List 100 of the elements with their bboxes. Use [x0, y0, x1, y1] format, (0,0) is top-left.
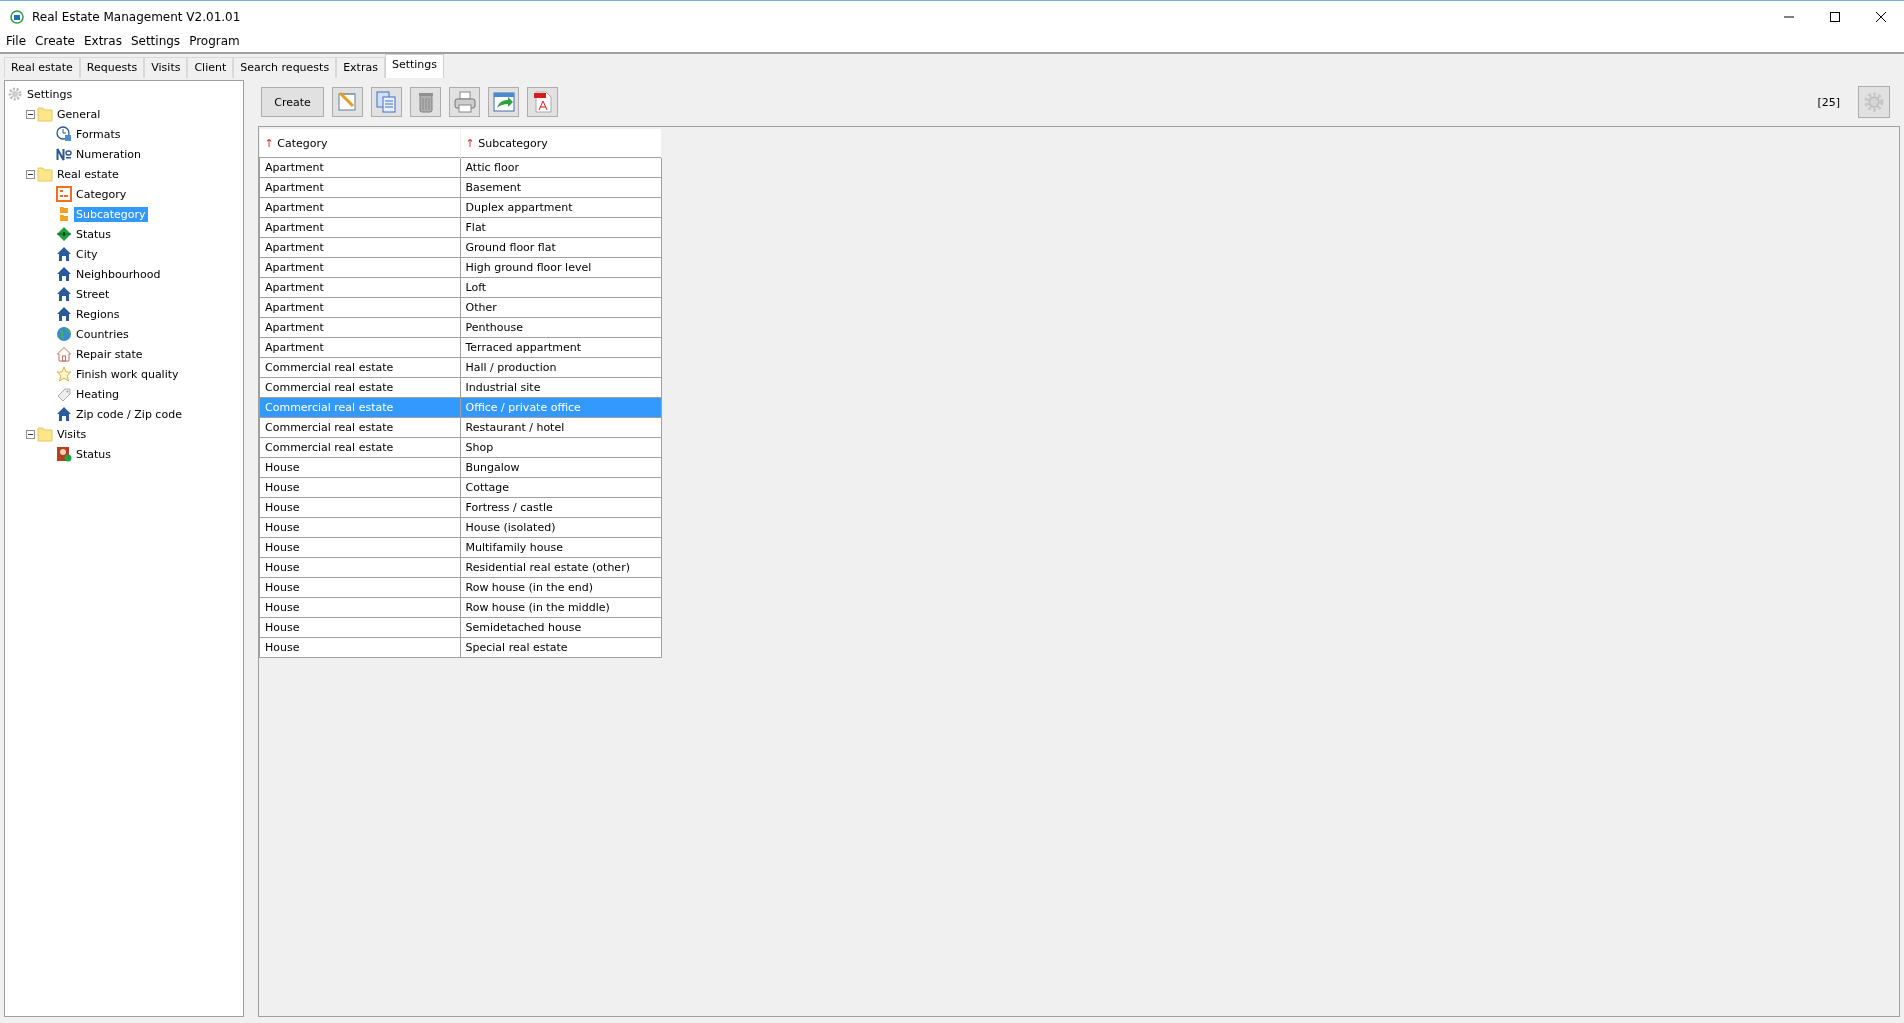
table-row[interactable]: Apartment Attic floor [259, 157, 661, 178]
house-icon [56, 286, 72, 302]
printer-button[interactable] [449, 87, 480, 117]
folder-icon [37, 106, 53, 122]
tab[interactable]: Extras [336, 57, 385, 78]
tab[interactable]: Search requests [233, 57, 337, 78]
tree-item[interactable]: Countries [74, 326, 131, 342]
menu-item[interactable]: Extras [83, 34, 122, 50]
tree-item[interactable]: Formats [74, 126, 123, 142]
table-cell: House [259, 517, 460, 538]
table-cell: Apartment [259, 297, 460, 318]
window-title: Real Estate Management V2.01.01 [32, 9, 242, 24]
sort-arrow-icon: ↑ [465, 136, 475, 150]
table-row[interactable]: Apartment Loft [259, 277, 661, 298]
house-icon [56, 266, 72, 282]
tree-item[interactable]: Heating [74, 386, 122, 402]
tree-item[interactable]: City [74, 246, 100, 262]
collapse-toggle[interactable] [26, 169, 35, 179]
table-row[interactable]: Commercial real estate Shop [259, 437, 661, 458]
folders-icon [60, 206, 68, 222]
table-row[interactable]: House Residential real estate (other) [259, 557, 661, 578]
tree-item[interactable]: Repair state [74, 346, 145, 362]
table-row[interactable]: House Bungalow [259, 457, 661, 478]
edit-button[interactable] [332, 87, 363, 117]
menu-item[interactable]: Settings [130, 34, 181, 50]
table-cell: House [259, 617, 460, 638]
tab[interactable]: Visits [144, 57, 188, 78]
tree-item[interactable]: Status [74, 226, 114, 242]
table-cell: Apartment [259, 177, 460, 198]
table-row[interactable]: Apartment Ground floor flat [259, 237, 661, 258]
column-title: Category [276, 136, 328, 150]
copy-button[interactable] [371, 87, 402, 117]
create-button[interactable]: Create [261, 87, 324, 117]
table-row[interactable]: Apartment Other [259, 297, 661, 318]
column-header[interactable]: ↑ Subcategory [460, 129, 661, 158]
menu-item[interactable]: Create [35, 34, 75, 50]
pdf-file-button[interactable] [527, 87, 558, 117]
tree-item[interactable]: Real estate [55, 166, 121, 182]
table-cell: House [259, 457, 460, 478]
menu-item[interactable]: Program [189, 34, 240, 50]
trash-can-button[interactable] [410, 87, 441, 117]
table-row[interactable]: House Row house (in the middle) [259, 597, 661, 618]
tree-item[interactable]: Street [74, 286, 112, 302]
folder-icon [37, 426, 53, 442]
number-sign-icon [56, 146, 72, 162]
gear-icon [7, 86, 23, 102]
table-row[interactable]: Commercial real estate Restaurant / hotel [259, 417, 661, 438]
table-row[interactable]: Commercial real estate Hall / production [259, 357, 661, 378]
table-row[interactable]: House Multifamily house [259, 537, 661, 558]
menu-item[interactable]: File [6, 34, 27, 50]
table-row[interactable]: Apartment Basement [259, 177, 661, 198]
column-header[interactable]: ↑ Category [259, 129, 460, 158]
table-row[interactable]: House Fortress / castle [259, 497, 661, 518]
record-count: [25] [1817, 95, 1840, 109]
table-cell: House [259, 537, 460, 558]
tree-item[interactable]: Visits [55, 426, 89, 442]
tree-item[interactable]: Zip code / Zip code [74, 406, 184, 422]
table-row[interactable]: Apartment Penthouse [259, 317, 661, 338]
table-cell: Attic floor [460, 157, 661, 178]
table-row[interactable]: Apartment Terraced appartment [259, 337, 661, 358]
tree-item[interactable]: Finish work quality [74, 366, 181, 382]
tab[interactable]: Client [187, 57, 234, 78]
tab[interactable]: Settings [384, 54, 445, 78]
diamond-icon [56, 226, 72, 242]
table-cell: House [259, 557, 460, 578]
table-row[interactable]: House Cottage [259, 477, 661, 498]
tree-item[interactable]: Category [74, 186, 129, 202]
tree-item[interactable]: General [55, 106, 103, 122]
table-cell: Commercial real estate [259, 417, 460, 438]
table-row[interactable]: House Special real estate [259, 637, 661, 658]
tree-item[interactable]: Settings [25, 86, 75, 102]
tree-item[interactable]: Numeration [74, 146, 144, 162]
maximize-icon [1830, 11, 1840, 22]
table-cell: Apartment [259, 257, 460, 278]
table-cell: Apartment [259, 337, 460, 358]
table-row[interactable]: Apartment High ground floor level [259, 257, 661, 278]
collapse-toggle[interactable] [26, 429, 35, 439]
export-arrow-button[interactable] [488, 87, 519, 117]
table-row[interactable]: Commercial real estate Industrial site [259, 377, 661, 398]
collapse-toggle[interactable] [26, 109, 35, 119]
table-cell: Apartment [259, 277, 460, 298]
table-cell: Commercial real estate [259, 357, 460, 378]
table-cell: House [259, 577, 460, 598]
tree-item[interactable]: Neighbourhood [74, 266, 163, 282]
table-row[interactable]: House Semidetached house [259, 617, 661, 638]
table-row[interactable]: Apartment Duplex appartment [259, 197, 661, 218]
table-cell: House [259, 477, 460, 498]
tree-item[interactable]: Status [74, 446, 114, 462]
table-cell: Commercial real estate [259, 397, 460, 418]
tab[interactable]: Real estate [4, 57, 80, 78]
tree-item[interactable]: Regions [74, 306, 122, 322]
table-row[interactable]: House House (isolated) [259, 517, 661, 538]
table-cell: Apartment [259, 317, 460, 338]
table-cell: Apartment [259, 237, 460, 258]
tab[interactable]: Requests [79, 57, 145, 78]
table-row[interactable]: Apartment Flat [259, 217, 661, 238]
folder-icon [37, 166, 53, 182]
table-cell: Apartment [259, 197, 460, 218]
table-row[interactable]: House Row house (in the end) [259, 577, 661, 598]
settings-button[interactable] [1858, 86, 1890, 118]
